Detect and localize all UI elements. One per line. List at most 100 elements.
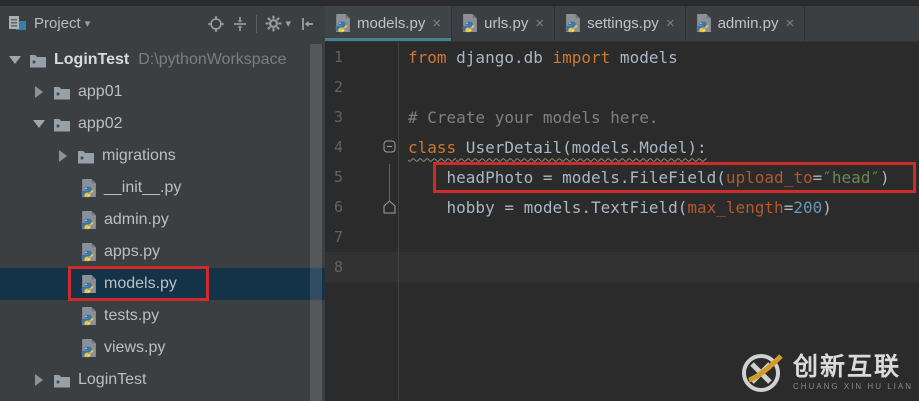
code-line-1: 1 from django.db import models [325,42,919,72]
toolbar-divider [256,14,258,33]
tree-item-apps-py[interactable]: apps.py [0,236,325,268]
project-panel-header: Project ▾ ▾ [0,6,325,41]
close-icon[interactable]: × [785,15,794,32]
tree-item-migrations[interactable]: migrations [0,140,325,172]
tree-item-label: LoginTest [54,51,130,68]
close-icon[interactable]: × [666,15,675,32]
folder-icon [53,117,71,132]
tree-item-label: models.py [104,275,177,292]
tree-item-admin-py[interactable]: admin.py [0,204,325,236]
tree-item-label: app01 [78,83,123,100]
code-line-6: 6 hobby = models.TextField(max_length=20… [325,192,919,222]
code-line-2: 2 [325,72,919,102]
python-file-icon [564,14,581,33]
tab-admin-py[interactable]: admin.py × [686,6,806,41]
tree-item-label: app02 [78,115,123,132]
tree-item-label: apps.py [104,243,161,260]
line-number: 2 [334,78,344,96]
pycharm-window: Project ▾ ▾ LoginTest D:\pythonWorkspace… [0,0,919,401]
project-panel: Project ▾ ▾ LoginTest D:\pythonWorkspace… [0,6,325,401]
collapsed-arrow-icon[interactable] [32,373,46,387]
close-icon[interactable]: × [432,15,441,32]
code-text: from django.db import models [408,47,678,67]
tree-item-label: __init__.py [104,179,182,196]
watermark-brand: 创新互联 [792,352,901,381]
project-tool-window-icon [8,15,27,32]
chevron-down-icon[interactable]: ▾ [285,17,291,30]
code-line-7: 7 [325,222,919,252]
python-file-icon [80,306,97,326]
tree-item-app01[interactable]: app01 [0,76,325,108]
python-file-icon [80,242,97,262]
chevron-down-icon[interactable]: ▾ [85,17,91,30]
tab-settings-py[interactable]: settings.py × [555,6,686,41]
folder-icon [53,373,71,388]
collapsed-arrow-icon[interactable] [32,85,46,99]
tree-item-views-py[interactable]: views.py [0,332,325,364]
folder-icon [29,53,47,68]
tab-label: settings.py [587,15,659,32]
tab-label: admin.py [717,15,779,32]
project-tree-scrollbar[interactable] [310,44,322,401]
tree-item-logintest[interactable]: LoginTest [0,364,325,396]
fold-end-icon[interactable] [383,192,398,222]
code-line-8: 8 [325,252,919,282]
collapse-all-icon[interactable] [228,12,252,36]
settings-icon[interactable] [261,12,285,36]
close-icon[interactable]: × [535,15,544,32]
tree-item-logintest[interactable]: LoginTest D:\pythonWorkspace [0,44,325,76]
tree-item-init-py[interactable]: __init__.py [0,172,325,204]
tree-item-label: tests.py [104,307,160,324]
python-file-icon [80,274,97,294]
python-file-icon [695,14,712,33]
tree-item-label: LoginTest [78,371,147,388]
line-number: 3 [334,108,344,126]
tree-item-label: migrations [102,147,176,164]
tab-models-py[interactable]: models.py × [325,6,453,41]
folder-icon [53,85,71,100]
python-file-icon [80,210,97,230]
gutter-divider [398,42,399,401]
project-root-path: D:\pythonWorkspace [138,51,287,68]
python-file-icon [334,14,351,33]
line-number: 8 [334,258,344,276]
expanded-arrow-icon[interactable] [32,117,46,131]
watermark-logo-icon [739,349,785,395]
fold-collapse-icon[interactable] [383,132,398,162]
line-number: 1 [334,48,344,66]
watermark-subtitle: CHUANG XIN HU LIAN [792,381,913,391]
line-number: 4 [334,138,344,156]
tree-item-label: views.py [104,339,166,356]
project-tree: LoginTest D:\pythonWorkspace app01 app02 mig… [0,44,325,401]
code-text: headPhoto = models.FileField(upload_to=″… [408,167,890,187]
tab-urls-py[interactable]: urls.py × [452,6,556,41]
code-editor[interactable]: 1 from django.db import models 2 3 # Create … [325,42,919,401]
code-text: # Create your models here. [408,107,659,127]
tree-item-models-py[interactable]: models.py [0,268,325,300]
watermark: 创新互联 CHUANG XIN HU LIAN [739,349,913,395]
line-number: 6 [334,198,344,216]
hide-panel-icon[interactable] [295,12,319,36]
python-file-icon [80,178,97,198]
project-panel-title: Project [34,15,81,32]
code-line-4: 4 class UserDetail(models.Model): [325,132,919,162]
locate-icon[interactable] [204,12,228,36]
tab-label: urls.py [484,15,529,32]
tab-label: models.py [357,15,426,32]
folder-icon [77,149,95,164]
code-text: class UserDetail(models.Model): [408,137,707,157]
tree-item-label: admin.py [104,211,169,228]
code-line-5: 5 headPhoto = models.FileField(upload_to… [325,162,919,192]
tree-item-app02[interactable]: app02 [0,108,325,140]
tab-bar: models.py × urls.py × settings.py × admin.py × [325,6,919,42]
line-number: 7 [334,228,344,246]
line-number: 5 [334,168,344,186]
code-text: hobby = models.TextField(max_length=200) [408,197,832,217]
code-line-3: 3 # Create your models here. [325,102,919,132]
collapsed-arrow-icon[interactable] [56,149,70,163]
python-file-icon [80,338,97,358]
expanded-arrow-icon[interactable] [8,53,22,67]
python-file-icon [461,14,478,33]
tree-item-tests-py[interactable]: tests.py [0,300,325,332]
editor-area: models.py × urls.py × settings.py × admin.py × … [325,6,919,401]
